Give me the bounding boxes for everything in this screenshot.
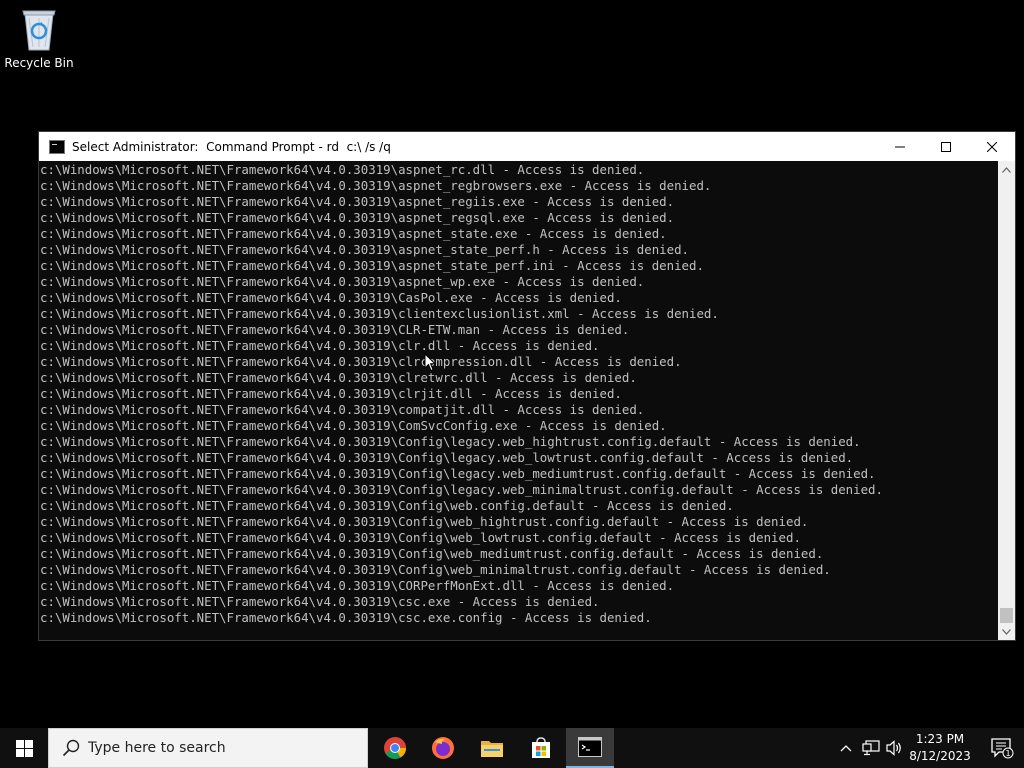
window-title: Select Administrator: Command Prompt - r…	[72, 139, 391, 154]
console-line: c:\Windows\Microsoft.NET\Framework64\v4.…	[40, 530, 801, 545]
console-line: c:\Windows\Microsoft.NET\Framework64\v4.…	[40, 578, 675, 593]
clock-date: 8/12/2023	[909, 749, 971, 763]
console-line: c:\Windows\Microsoft.NET\Framework64\v4.…	[40, 322, 630, 337]
taskbar-app-file-explorer[interactable]	[468, 728, 516, 768]
chevron-up-icon	[1002, 166, 1011, 173]
network-icon	[862, 740, 880, 756]
vertical-scrollbar[interactable]	[998, 161, 1015, 640]
console-line: c:\Windows\Microsoft.NET\Framework64\v4.…	[40, 226, 667, 241]
taskbar-app-store[interactable]	[517, 728, 565, 768]
network-button[interactable]	[859, 728, 883, 768]
maximize-button[interactable]	[923, 132, 969, 161]
console-line: c:\Windows\Microsoft.NET\Framework64\v4.…	[40, 210, 675, 225]
console-line: c:\Windows\Microsoft.NET\Framework64\v4.…	[40, 242, 690, 257]
console-line: c:\Windows\Microsoft.NET\Framework64\v4.…	[40, 386, 622, 401]
start-button[interactable]	[0, 728, 48, 768]
title-bar[interactable]: Select Administrator: Command Prompt - r…	[39, 132, 1015, 161]
console-line: c:\Windows\Microsoft.NET\Framework64\v4.…	[40, 514, 809, 529]
console-line: c:\Windows\Microsoft.NET\Framework64\v4.…	[40, 546, 824, 561]
recycle-bin-icon	[19, 6, 59, 52]
console-line: c:\Windows\Microsoft.NET\Framework64\v4.…	[40, 402, 645, 417]
clock-time: 1:23 PM	[915, 732, 965, 746]
console-line: c:\Windows\Microsoft.NET\Framework64\v4.…	[40, 610, 652, 625]
console-line: c:\Windows\Microsoft.NET\Framework64\v4.…	[40, 178, 712, 193]
taskbar-app-command-prompt[interactable]	[566, 728, 614, 768]
console-line: c:\Windows\Microsoft.NET\Framework64\v4.…	[40, 466, 876, 481]
chevron-up-icon	[840, 745, 852, 752]
close-icon	[987, 141, 997, 152]
console-line: c:\Windows\Microsoft.NET\Framework64\v4.…	[40, 434, 861, 449]
console-line: c:\Windows\Microsoft.NET\Framework64\v4.…	[40, 290, 622, 305]
console-line: c:\Windows\Microsoft.NET\Framework64\v4.…	[40, 418, 667, 433]
minimize-button[interactable]	[877, 132, 923, 161]
notification-icon: 1	[991, 738, 1014, 759]
chevron-down-icon	[1002, 628, 1011, 635]
desktop-icon-label: Recycle Bin	[4, 56, 74, 70]
taskbar-search-box[interactable]: Type here to search	[48, 728, 368, 768]
windows-logo-icon	[15, 739, 33, 757]
chrome-icon	[384, 737, 406, 759]
command-prompt-icon	[578, 737, 602, 757]
taskbar: Type here to search 1:23 PM 8/12/2023 1	[0, 728, 1024, 768]
console-output[interactable]: c:\Windows\Microsoft.NET\Framework64\v4.…	[39, 161, 998, 640]
desktop-icon-recycle-bin[interactable]: Recycle Bin	[4, 6, 74, 70]
taskbar-app-firefox[interactable]	[419, 728, 467, 768]
console-line: c:\Windows\Microsoft.NET\Framework64\v4.…	[40, 258, 704, 273]
console-line: c:\Windows\Microsoft.NET\Framework64\v4.…	[40, 306, 719, 321]
minimize-icon	[895, 146, 905, 147]
console-line: c:\Windows\Microsoft.NET\Framework64\v4.…	[40, 482, 883, 497]
notification-count: 1	[1005, 749, 1010, 758]
console-line: c:\Windows\Microsoft.NET\Framework64\v4.…	[40, 194, 675, 209]
console-line: c:\Windows\Microsoft.NET\Framework64\v4.…	[40, 162, 645, 177]
firefox-icon	[432, 737, 454, 759]
action-center-button[interactable]: 1	[980, 728, 1024, 768]
taskbar-clock[interactable]: 1:23 PM 8/12/2023	[900, 728, 980, 768]
console-line: c:\Windows\Microsoft.NET\Framework64\v4.…	[40, 498, 734, 513]
console-line: c:\Windows\Microsoft.NET\Framework64\v4.…	[40, 338, 600, 353]
search-icon	[62, 739, 80, 757]
command-prompt-icon	[49, 139, 65, 154]
show-hidden-icons-button[interactable]	[836, 728, 856, 768]
console-line: c:\Windows\Microsoft.NET\Framework64\v4.…	[40, 274, 645, 289]
console-line: c:\Windows\Microsoft.NET\Framework64\v4.…	[40, 450, 854, 465]
console-line: c:\Windows\Microsoft.NET\Framework64\v4.…	[40, 562, 831, 577]
command-prompt-window[interactable]: Select Administrator: Command Prompt - r…	[38, 131, 1016, 641]
taskbar-app-chrome[interactable]	[371, 728, 419, 768]
console-line: c:\Windows\Microsoft.NET\Framework64\v4.…	[40, 370, 637, 385]
file-explorer-icon	[481, 741, 503, 757]
search-placeholder: Type here to search	[88, 740, 226, 756]
console-line: c:\Windows\Microsoft.NET\Framework64\v4.…	[40, 594, 600, 609]
store-icon	[532, 737, 550, 758]
console-line: c:\Windows\Microsoft.NET\Framework64\v4.…	[40, 354, 682, 369]
maximize-icon	[941, 141, 951, 152]
close-button[interactable]	[969, 132, 1015, 161]
mouse-cursor-icon	[424, 353, 436, 372]
scroll-up-button[interactable]	[998, 161, 1015, 178]
scroll-down-button[interactable]	[998, 623, 1015, 640]
scrollbar-thumb[interactable]	[1000, 608, 1013, 623]
